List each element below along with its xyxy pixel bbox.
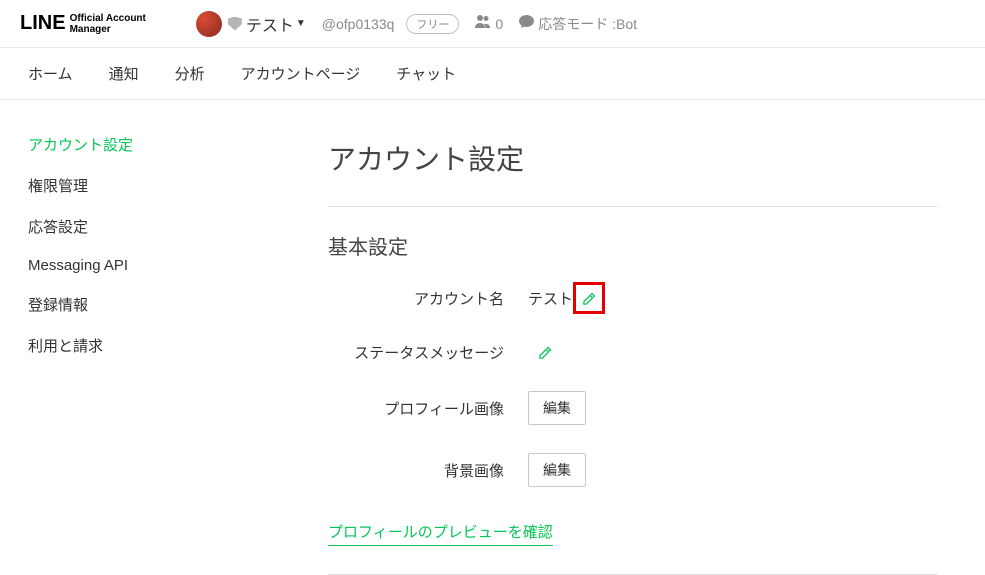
row-bg-image: 背景画像 編集 [328, 453, 937, 487]
profile-preview-link[interactable]: プロフィールのプレビューを確認 [328, 521, 553, 546]
tab-account-page[interactable]: アカウントページ [241, 63, 361, 84]
tab-analytics[interactable]: 分析 [175, 63, 205, 84]
edit-account-name-button[interactable] [580, 289, 598, 307]
divider [328, 206, 937, 207]
global-header: LINE Official Account Manager テスト ▼ @ofp… [0, 0, 985, 48]
sidebar-item-permissions[interactable]: 権限管理 [28, 165, 280, 206]
row-account-name: アカウント名 テスト [328, 282, 937, 314]
sidebar-item-billing[interactable]: 利用と請求 [28, 325, 280, 366]
response-mode[interactable]: 応答モード : Bot [519, 14, 637, 34]
friends-icon [475, 15, 491, 32]
logo-text-sub: Official Account Manager [70, 13, 146, 35]
sidebar-item-messaging-api[interactable]: Messaging API [28, 247, 280, 284]
main-tabs: ホーム 通知 分析 アカウントページ チャット [0, 48, 985, 100]
account-picker[interactable]: テスト ▼ [196, 11, 306, 37]
row-profile-image: プロフィール画像 編集 [328, 391, 937, 425]
tab-home[interactable]: ホーム [28, 63, 73, 84]
row-status-message: ステータスメッセージ [328, 342, 937, 363]
value-account-name: テスト [528, 288, 573, 309]
tab-chat[interactable]: チャット [396, 63, 456, 84]
logo[interactable]: LINE Official Account Manager [20, 12, 146, 35]
caret-down-icon: ▼ [296, 18, 306, 29]
tab-notifications[interactable]: 通知 [109, 63, 139, 84]
shield-icon [228, 17, 242, 31]
edit-profile-image-button[interactable]: 編集 [528, 391, 586, 425]
label-profile-image: プロフィール画像 [328, 398, 528, 419]
logo-text-main: LINE [20, 12, 66, 35]
section-title: 基本設定 [328, 231, 937, 260]
edit-bg-image-button[interactable]: 編集 [528, 453, 586, 487]
label-account-name: アカウント名 [328, 288, 528, 309]
label-bg-image: 背景画像 [328, 460, 528, 481]
account-id: @ofp0133q [322, 16, 395, 32]
main-content: アカウント設定 基本設定 アカウント名 テスト ステータスメッセージ [280, 100, 985, 575]
sidebar: アカウント設定 権限管理 応答設定 Messaging API 登録情報 利用と… [0, 100, 280, 575]
avatar [196, 11, 222, 37]
account-name: テスト [246, 12, 294, 36]
label-status-message: ステータスメッセージ [328, 342, 528, 363]
chat-icon [519, 15, 534, 32]
sidebar-item-response-settings[interactable]: 応答設定 [28, 206, 280, 247]
highlight-annotation [573, 282, 605, 314]
friends-count: 0 [475, 15, 503, 32]
page-title: アカウント設定 [328, 138, 937, 178]
sidebar-item-registration[interactable]: 登録情報 [28, 284, 280, 325]
plan-badge: フリー [406, 14, 459, 34]
edit-status-message-button[interactable] [536, 344, 554, 362]
sidebar-item-account-settings[interactable]: アカウント設定 [28, 124, 280, 165]
